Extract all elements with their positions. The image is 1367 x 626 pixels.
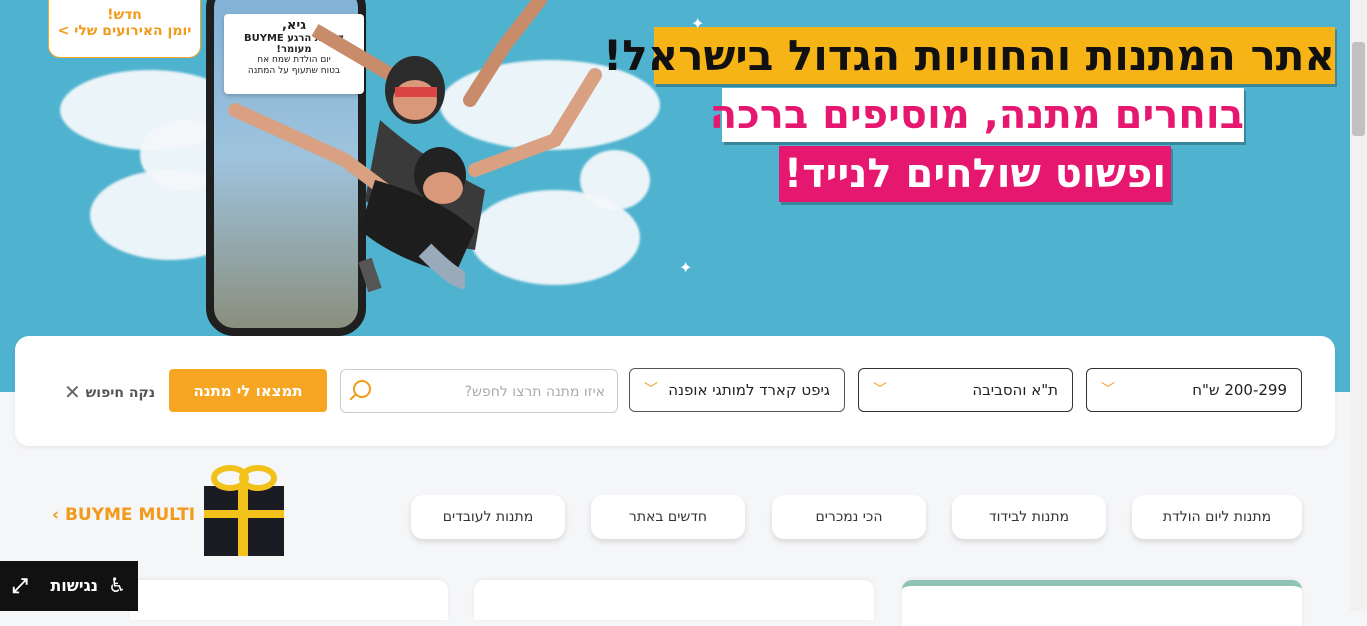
clear-search-label: נקה חיפוש	[85, 385, 156, 401]
headline-sub: בוחרים מתנה, מוסיפים ברכה	[710, 88, 1244, 142]
buyme-multi-label: BUYME MULTI	[64, 505, 196, 525]
category-pill[interactable]: הכי נמכרים	[772, 495, 926, 539]
buyme-multi-link[interactable]: ‹ BUYME MULTI	[52, 505, 195, 525]
events-link-label: יומן האירועים שלי >	[57, 23, 192, 39]
gift-box-icon	[204, 465, 284, 556]
category-pill[interactable]: מתנות ליום הולדת	[1132, 495, 1302, 539]
sparkle-icon: ✦	[679, 258, 693, 277]
wheelchair-icon: ♿	[108, 573, 126, 597]
gift-search-input[interactable]	[383, 370, 607, 414]
chevron-down-icon: ﹀	[644, 382, 658, 398]
headline-sub-2: ופשוט שולחים לנייד!	[779, 146, 1171, 202]
gift-search-field	[340, 369, 618, 414]
expand-icon: ⤢	[12, 573, 28, 597]
accessibility-label: נגישות	[50, 576, 98, 595]
headline-main: אתר המתנות והחוויות הגדול בישראל!	[603, 27, 1335, 84]
category-pill[interactable]: חדשים באתר	[591, 495, 745, 539]
accessibility-button[interactable]: ♿ נגישות ⤢	[0, 561, 138, 611]
category-pill[interactable]: מתנות לבידוד	[952, 495, 1106, 539]
price-range-select[interactable]: 200-299 ש"ח ﹀	[1086, 368, 1302, 412]
close-icon: ✕	[64, 380, 81, 404]
area-value: ת"א והסביבה	[972, 381, 1058, 399]
chevron-left-icon: ‹	[52, 505, 65, 525]
product-card[interactable]	[474, 580, 874, 620]
chevron-down-icon: ﹀	[1101, 382, 1115, 398]
chevron-down-icon: ﹀	[873, 382, 887, 398]
product-card[interactable]	[130, 580, 448, 620]
category-select[interactable]: גיפט קארד למותגי אופנה ﹀	[629, 368, 845, 412]
scrollbar-thumb[interactable]	[1352, 42, 1365, 136]
clear-search-button[interactable]: נקה חיפוש ✕	[60, 380, 155, 404]
skydivers-illustration	[228, 0, 602, 293]
hero-banner: גיא, קיבלת הרגע BUYME מעומר! יום הולדת ש…	[0, 0, 1350, 392]
area-select[interactable]: ת"א והסביבה ﹀	[858, 368, 1073, 412]
price-range-value: 200-299 ש"ח	[1192, 381, 1287, 399]
product-card[interactable]	[902, 580, 1302, 626]
find-gift-button[interactable]: תמצאו לי מתנה	[169, 369, 327, 412]
search-icon[interactable]	[353, 380, 371, 398]
sparkle-icon: ✦	[691, 14, 705, 33]
new-label: חדש!	[107, 7, 142, 23]
category-value: גיפט קארד למותגי אופנה	[668, 381, 830, 399]
category-pill[interactable]: מתנות לעובדים	[411, 495, 565, 539]
my-events-diary-link[interactable]: חדש! יומן האירועים שלי >	[48, 0, 201, 58]
